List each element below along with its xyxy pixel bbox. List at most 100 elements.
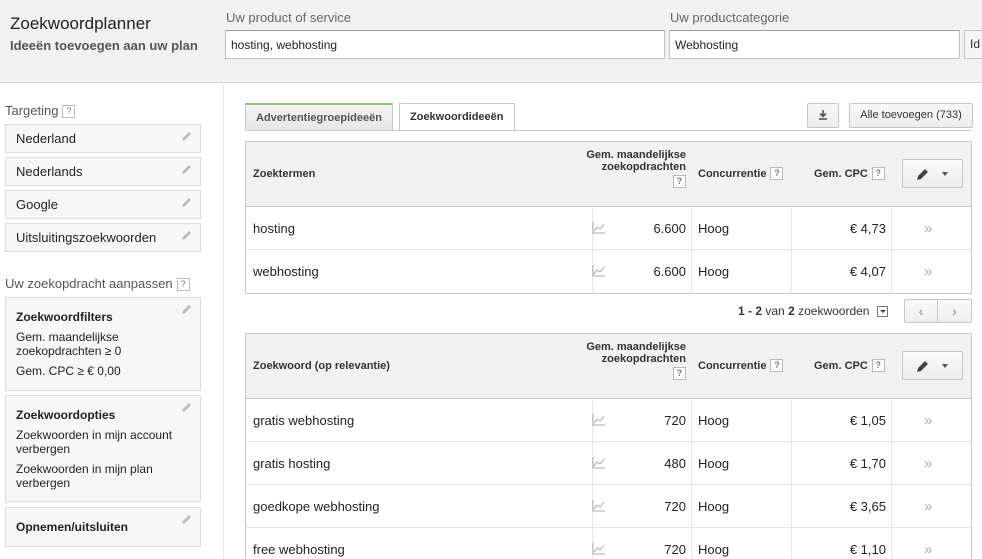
rows-per-page-dropdown-icon[interactable] <box>876 306 888 317</box>
targeting-heading-label: Targeting <box>5 103 59 118</box>
trend-chart-icon[interactable] <box>592 265 606 277</box>
help-icon[interactable]: ? <box>871 359 885 372</box>
pencil-dropdown-icon <box>917 169 948 180</box>
filter-cpc: Gem. CPC ≥ € 0,00 <box>16 364 121 378</box>
trend-chart-icon[interactable] <box>592 500 606 512</box>
col-header-cpc[interactable]: Gem. CPC? <box>814 167 885 180</box>
pencil-icon[interactable] <box>181 197 192 208</box>
monthly-searches: 6.600 <box>653 264 686 279</box>
col-header-competition-label: Concurrentie <box>698 360 767 372</box>
include-exclude-panel[interactable]: Opnemen/uitsluiten <box>5 507 201 547</box>
targeting-language[interactable]: Nederlands <box>5 157 201 186</box>
category-input[interactable] <box>669 30 960 59</box>
col-header-keyword[interactable]: Zoekwoord (op relevantie) <box>253 360 390 372</box>
customize-heading-label: Uw zoekopdracht aanpassen <box>5 276 173 291</box>
keyword-filters-title: Zoekwoordfilters <box>16 310 113 324</box>
targeting-network[interactable]: Google <box>5 190 201 219</box>
col-header-cpc[interactable]: Gem. CPC? <box>814 359 885 372</box>
add-all-button[interactable]: Alle toevoegen (733) <box>849 103 973 128</box>
monthly-searches: 480 <box>664 456 686 471</box>
table-row: webhosting 6.600 Hoog € 4,07 » <box>246 250 971 293</box>
col-header-volume[interactable]: Gem. maandelijkse zoekopdrachten ? <box>576 149 686 188</box>
trend-chart-icon[interactable] <box>592 222 606 234</box>
tab-keyword-ideas[interactable]: Zoekwoordideeën <box>399 103 515 132</box>
pagination-of: van <box>765 304 785 318</box>
col-header-volume[interactable]: Gem. maandelijkse zoekopdrachten ? <box>576 341 686 380</box>
competition: Hoog <box>698 221 730 236</box>
include-exclude-title: Opnemen/uitsluiten <box>16 520 129 534</box>
search-terms-table: Zoektermen Gem. maandelijkse zoekopdrach… <box>245 141 972 294</box>
keyword-options-title: Zoekwoordopties <box>16 408 116 422</box>
avg-cpc: € 3,65 <box>849 499 886 514</box>
competition: Hoog <box>698 264 730 279</box>
download-button[interactable] <box>807 103 839 128</box>
monthly-searches: 720 <box>664 542 686 557</box>
add-to-plan-icon[interactable]: » <box>924 528 932 559</box>
next-page-button[interactable]: › <box>938 299 972 323</box>
columns-menu-button[interactable] <box>902 159 963 188</box>
targeting-location[interactable]: Nederland <box>5 124 201 153</box>
keyword-ideas-header: Zoekwoord (op relevantie) Gem. maandelij… <box>246 334 971 399</box>
trend-chart-icon[interactable] <box>592 543 606 555</box>
pencil-icon[interactable] <box>181 402 192 413</box>
product-input[interactable] <box>225 30 665 59</box>
pencil-icon[interactable] <box>181 131 192 142</box>
keyword-text: gratis webhosting <box>253 413 355 428</box>
targeting-location-label: Nederland <box>16 131 76 146</box>
keyword-filters-panel[interactable]: Zoekwoordfilters Gem. maandelijkse zoeko… <box>5 297 201 391</box>
help-icon[interactable]: ? <box>871 167 885 180</box>
filter-volume: Gem. maandelijkse zoekopdrachten ≥ 0 <box>16 330 122 358</box>
trend-chart-icon[interactable] <box>592 414 606 426</box>
help-icon[interactable]: ? <box>62 105 76 118</box>
col-header-cpc-label: Gem. CPC <box>814 360 868 372</box>
competition: Hoog <box>698 499 730 514</box>
add-to-plan-icon[interactable]: » <box>924 399 932 442</box>
help-icon[interactable]: ? <box>673 367 686 380</box>
add-to-plan-icon[interactable]: » <box>924 485 932 528</box>
sidebar: Targeting? Nederland Nederlands Google U… <box>0 84 224 559</box>
col-header-volume-label: Gem. maandelijkse zoekopdrachten <box>586 149 686 173</box>
pagination-range: 1 - 2 <box>738 304 763 318</box>
monthly-searches: 720 <box>664 499 686 514</box>
pencil-icon[interactable] <box>181 164 192 175</box>
competition: Hoog <box>698 413 730 428</box>
avg-cpc: € 1,05 <box>849 413 886 428</box>
targeting-negative-keywords[interactable]: Uitsluitingszoekwoorden <box>5 223 201 252</box>
search-terms-header: Zoektermen Gem. maandelijkse zoekopdrach… <box>246 142 971 207</box>
col-header-volume-label: Gem. maandelijkse zoekopdrachten <box>586 341 686 365</box>
pagination-summary: 1 - 2 van 2 zoekwoorden <box>738 304 888 318</box>
table-row: hosting 6.600 Hoog € 4,73 » <box>246 207 971 250</box>
pencil-icon[interactable] <box>181 514 192 525</box>
table-row: gratis webhosting 720 Hoog € 1,05 » <box>246 399 971 442</box>
avg-cpc: € 1,10 <box>849 542 886 557</box>
help-icon[interactable]: ? <box>770 167 784 180</box>
trend-chart-icon[interactable] <box>592 457 606 469</box>
customize-heading: Uw zoekopdracht aanpassen? <box>5 276 190 291</box>
add-to-plan-icon[interactable]: » <box>924 207 932 250</box>
keyword-text: hosting <box>253 221 295 236</box>
add-to-plan-icon[interactable]: » <box>924 442 932 485</box>
col-header-competition[interactable]: Concurrentie? <box>698 359 784 372</box>
pagination-total: 2 <box>788 304 795 318</box>
monthly-searches: 6.600 <box>653 221 686 236</box>
col-header-competition-label: Concurrentie <box>698 168 767 180</box>
help-icon[interactable]: ? <box>673 175 686 188</box>
col-header-term[interactable]: Zoektermen <box>253 168 315 180</box>
competition: Hoog <box>698 456 730 471</box>
help-icon[interactable]: ? <box>176 278 190 291</box>
option-hide-account: Zoekwoorden in mijn account verbergen <box>16 428 173 456</box>
pencil-icon[interactable] <box>181 304 192 315</box>
col-header-competition[interactable]: Concurrentie? <box>698 167 784 180</box>
columns-menu-button[interactable] <box>902 351 963 380</box>
keyword-text: free webhosting <box>253 542 345 557</box>
tab-ad-group-ideas[interactable]: Advertentiegroepideeën <box>245 103 393 131</box>
help-icon[interactable]: ? <box>770 359 784 372</box>
targeting-negative-keywords-label: Uitsluitingszoekwoorden <box>16 230 157 245</box>
add-to-plan-icon[interactable]: » <box>924 250 932 293</box>
targeting-heading: Targeting? <box>5 103 76 118</box>
get-ideas-button[interactable]: Id <box>964 30 982 59</box>
pencil-icon[interactable] <box>181 230 192 241</box>
previous-page-button[interactable]: ‹ <box>904 299 938 323</box>
pencil-dropdown-icon <box>917 361 948 372</box>
keyword-options-panel[interactable]: Zoekwoordopties Zoekwoorden in mijn acco… <box>5 395 201 502</box>
